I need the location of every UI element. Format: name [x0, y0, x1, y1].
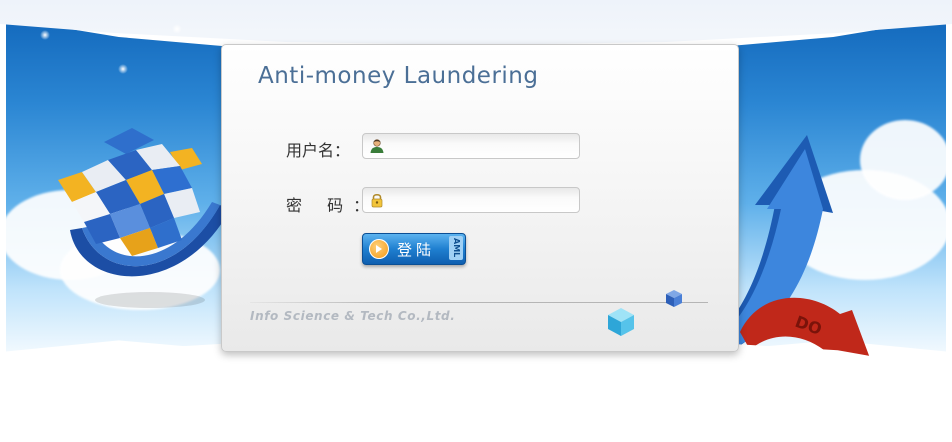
password-field[interactable]	[362, 187, 580, 213]
login-button-label: 登陆	[397, 241, 436, 259]
bottom-curve	[0, 340, 952, 442]
login-button[interactable]: 登陆 AML	[362, 233, 466, 265]
sparkle	[40, 30, 50, 40]
username-label-text: 用户名	[286, 141, 335, 160]
lock-icon	[371, 193, 383, 208]
footer-divider	[250, 302, 708, 303]
username-field[interactable]	[362, 133, 580, 159]
app-title: Anti-money Laundering	[258, 63, 539, 89]
password-label: 密 码：	[286, 192, 369, 216]
password-label-text: 密 码	[286, 196, 354, 215]
username-label: 用户名：	[286, 137, 350, 161]
blue-cube-gem-icon	[608, 308, 634, 336]
username-input[interactable]	[387, 136, 577, 158]
rubik-cube-graphic	[58, 128, 202, 256]
login-panel: Anti-money Laundering 用户名： 密 码： 登陆 AML I…	[221, 44, 739, 352]
sparkle	[172, 24, 182, 34]
username-colon: ：	[334, 141, 351, 160]
arrow-right-icon	[369, 239, 389, 259]
cloud	[860, 120, 950, 200]
password-input[interactable]	[387, 190, 577, 212]
user-icon	[370, 139, 384, 153]
small-blue-gem-icon	[666, 290, 682, 307]
sparkle	[118, 64, 128, 74]
aml-tag: AML	[449, 236, 463, 260]
company-name: Info Science & Tech Co.,Ltd.	[250, 309, 456, 323]
